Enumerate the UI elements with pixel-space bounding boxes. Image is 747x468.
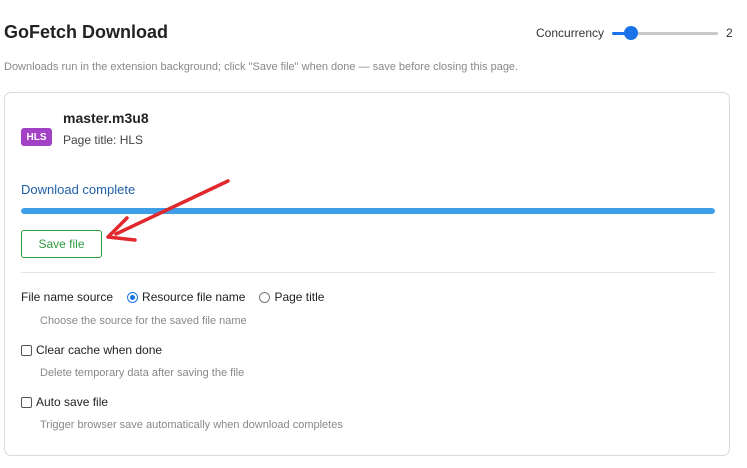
concurrency-value: 2 [726, 26, 733, 40]
file-name-source-label: File name source [21, 290, 114, 304]
clear-cache-hint: Delete temporary data after saving the f… [40, 367, 245, 379]
clear-cache-option[interactable]: Clear cache when done [21, 343, 162, 357]
progress-bar [21, 208, 715, 214]
page-title-line: Page title: HLS [63, 133, 143, 147]
file-name-source-hint: Choose the source for the saved file nam… [40, 315, 247, 327]
slider-thumb[interactable] [624, 26, 639, 40]
auto-save-hint: Trigger browser save automatically when … [40, 419, 343, 431]
auto-save-label: Auto save file [36, 395, 109, 409]
page-title-label: Page title: [63, 133, 117, 147]
file-name: master.m3u8 [63, 110, 149, 126]
clear-cache-label: Clear cache when done [36, 343, 163, 357]
radio-page-title[interactable]: Page title [259, 290, 324, 304]
auto-save-option[interactable]: Auto save file [21, 395, 108, 409]
divider [21, 272, 715, 273]
page-title-value: HLS [119, 133, 144, 147]
concurrency-label: Concurrency [536, 26, 605, 40]
file-name-source-row: File name source Resource file name Page… [21, 290, 324, 304]
radio-page-title-label: Page title [274, 290, 325, 304]
clear-cache-checkbox[interactable] [21, 344, 32, 356]
page-subtitle: Downloads run in the extension backgroun… [4, 61, 519, 73]
auto-save-checkbox[interactable] [21, 396, 32, 408]
page-title: GoFetch Download [4, 22, 168, 42]
radio-resource-file-name-label: Resource file name [142, 290, 246, 304]
hls-badge: HLS [21, 128, 52, 146]
save-file-button[interactable]: Save file [21, 230, 102, 258]
radio-resource-file-name[interactable]: Resource file name [127, 290, 245, 304]
radio-resource-file-name-control[interactable] [127, 291, 139, 303]
download-status: Download complete [21, 182, 136, 197]
concurrency-slider[interactable] [612, 26, 719, 40]
download-card: HLS master.m3u8 Page title: HLS Download… [4, 92, 730, 456]
progress-fill [21, 208, 715, 214]
radio-page-title-control[interactable] [259, 291, 271, 303]
concurrency-control: Concurrency 2 [536, 26, 733, 40]
gofetch-download-page: GoFetch Download Concurrency 2 Downloads… [0, 0, 747, 468]
